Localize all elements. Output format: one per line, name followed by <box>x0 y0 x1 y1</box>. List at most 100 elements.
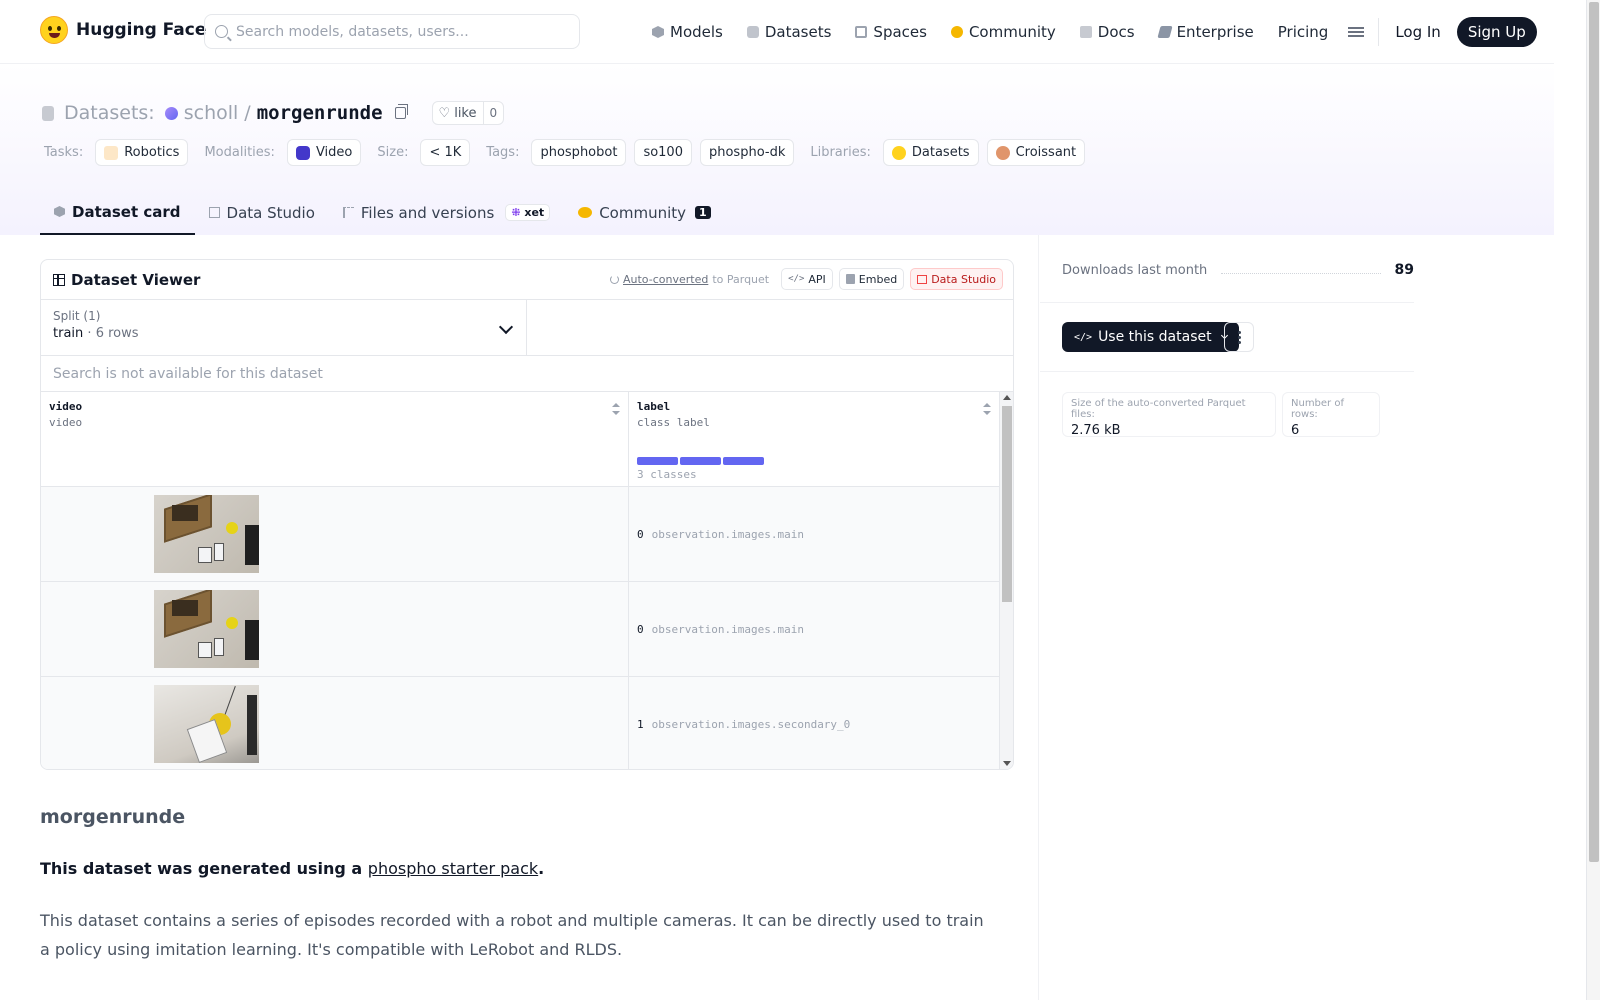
tab-files-label: Files and versions <box>360 203 495 222</box>
repo-tabs: Dataset card Data Studio Files and versi… <box>40 190 725 235</box>
sort-icon[interactable] <box>983 403 991 415</box>
column-header-label[interactable]: label class label 3 classes <box>629 392 999 486</box>
code-icon: </> <box>788 274 805 284</box>
table-scrollbar[interactable] <box>999 392 1013 769</box>
hf-logo[interactable]: Hugging Face <box>40 16 206 44</box>
owner-link[interactable]: scholl <box>184 102 239 124</box>
tag-croissant-label: Croissant <box>1015 145 1077 160</box>
phospho-starter-pack-link[interactable]: phospho starter pack <box>368 859 538 878</box>
scroll-down-arrow-icon[interactable] <box>1003 761 1011 766</box>
docs-icon <box>1079 26 1092 38</box>
repo-name[interactable]: morgenrunde <box>257 102 383 124</box>
tag-so100[interactable]: so100 <box>634 139 692 166</box>
like-count[interactable]: 0 <box>482 102 504 124</box>
xet-badge-label: xet <box>524 206 545 219</box>
scrollbar-thumb[interactable] <box>1002 406 1012 602</box>
card-heading: morgenrunde <box>40 806 186 828</box>
class-bar[interactable] <box>723 457 764 465</box>
data-studio-icon <box>917 274 928 284</box>
like-label: like <box>454 105 477 121</box>
page-scrollbar[interactable] <box>1586 0 1600 1000</box>
nav-models[interactable]: Models <box>640 0 735 64</box>
cable-shape <box>247 695 257 755</box>
tab-community-label: Community <box>599 203 687 222</box>
sort-icon[interactable] <box>612 403 620 415</box>
column-type: video <box>49 416 83 429</box>
tag-datasets-lib[interactable]: Datasets <box>882 139 979 166</box>
table-row[interactable]: 0 observation.images.main <box>41 487 999 582</box>
tab-files-and-versions[interactable]: Files and versions ⁜ xet <box>329 190 564 235</box>
class-bar[interactable] <box>680 457 721 465</box>
table-row[interactable]: 1 observation.images.secondary_0 <box>41 677 999 769</box>
tab-community[interactable]: Community 1 <box>564 190 724 235</box>
column-divider <box>1038 235 1039 1000</box>
viewer-title: Dataset Viewer <box>71 270 201 289</box>
nav-docs[interactable]: Docs <box>1068 0 1147 64</box>
split-select[interactable]: Split (1) train · 6 rows <box>41 300 527 355</box>
hugging-face-icon <box>891 145 906 160</box>
embed-icon <box>845 274 855 284</box>
repo-title: Datasets: scholl / morgenrunde ♡ like 0 <box>42 101 505 125</box>
use-this-dataset-button[interactable]: </> Use this dataset <box>1062 322 1239 352</box>
copy-icon[interactable] <box>394 104 408 119</box>
tag-phospho-dk[interactable]: phospho-dk <box>699 139 795 166</box>
tag-size[interactable]: < 1K <box>420 139 471 166</box>
robotics-icon <box>104 145 119 160</box>
nav-pricing[interactable]: Pricing <box>1266 0 1341 64</box>
table-row[interactable]: 0 observation.images.main <box>41 582 999 677</box>
nav-community-label: Community <box>968 23 1056 41</box>
tag-robotics[interactable]: Robotics <box>95 139 189 166</box>
video-thumbnail[interactable] <box>154 590 259 668</box>
data-studio-button-label: Data Studio <box>931 272 996 286</box>
models-icon <box>652 26 664 38</box>
nav-spaces[interactable]: Spaces <box>843 0 939 64</box>
community-icon <box>578 207 593 218</box>
nav-spaces-label: Spaces <box>873 23 927 41</box>
search-icon <box>215 25 228 38</box>
page-scrollbar-thumb[interactable] <box>1589 2 1599 862</box>
tag-row: Tasks: Robotics Modalities: Video Size: … <box>44 139 1093 166</box>
data-studio-button[interactable]: Data Studio <box>910 268 1003 290</box>
repo-type-link[interactable]: Datasets: <box>64 102 155 124</box>
more-options-button[interactable] <box>1224 322 1254 352</box>
owner-avatar[interactable] <box>164 106 178 120</box>
nav-community[interactable]: Community <box>939 0 1068 64</box>
use-this-dataset-label: Use this dataset <box>1098 329 1212 345</box>
nav-enterprise[interactable]: Enterprise <box>1147 0 1266 64</box>
like-widget: ♡ like 0 <box>431 101 505 125</box>
tab-dataset-card[interactable]: Dataset card <box>40 190 195 235</box>
nav-datasets-label: Datasets <box>764 23 832 41</box>
grid-icon <box>53 273 65 286</box>
login-link[interactable]: Log In <box>1385 23 1451 41</box>
embed-button[interactable]: Embed <box>838 268 905 290</box>
dataset-viewer: Dataset Viewer Auto-converted to Parquet… <box>40 259 1014 770</box>
tab-data-studio[interactable]: Data Studio <box>195 190 329 235</box>
num-rows-stat: Number of rows: 6 <box>1282 392 1380 438</box>
modalities-group: Modalities: Video <box>204 139 362 166</box>
nav-datasets[interactable]: Datasets <box>735 0 844 64</box>
menu-icon[interactable] <box>1348 27 1365 37</box>
tag-video[interactable]: Video <box>286 139 362 166</box>
classes-count: 3 classes <box>637 468 697 481</box>
tag-croissant[interactable]: Croissant <box>986 139 1086 166</box>
like-button[interactable]: ♡ like <box>433 106 483 121</box>
class-bar[interactable] <box>637 457 678 465</box>
nav-links: Models Datasets Spaces Community Docs En… <box>640 0 1537 64</box>
auto-converted-link[interactable]: Auto-converted <box>623 273 708 286</box>
num-rows-label: Number of rows: <box>1291 398 1344 420</box>
api-button[interactable]: </> API <box>781 268 833 290</box>
scroll-up-arrow-icon[interactable] <box>1003 395 1011 400</box>
video-icon <box>295 145 310 160</box>
video-cell <box>41 677 629 769</box>
video-thumbnail[interactable] <box>154 685 259 763</box>
kebab-dot <box>1237 340 1241 344</box>
dataset-card-icon <box>54 206 65 217</box>
tag-datasets-lib-label: Datasets <box>911 145 970 160</box>
search-bar[interactable] <box>204 14 580 49</box>
search-input[interactable] <box>236 23 556 40</box>
signup-button[interactable]: Sign Up <box>1456 17 1537 47</box>
sidebar-divider <box>1040 302 1414 303</box>
tag-phosphobot[interactable]: phosphobot <box>531 139 627 166</box>
column-header-video[interactable]: video video <box>41 392 629 486</box>
video-thumbnail[interactable] <box>154 495 259 573</box>
